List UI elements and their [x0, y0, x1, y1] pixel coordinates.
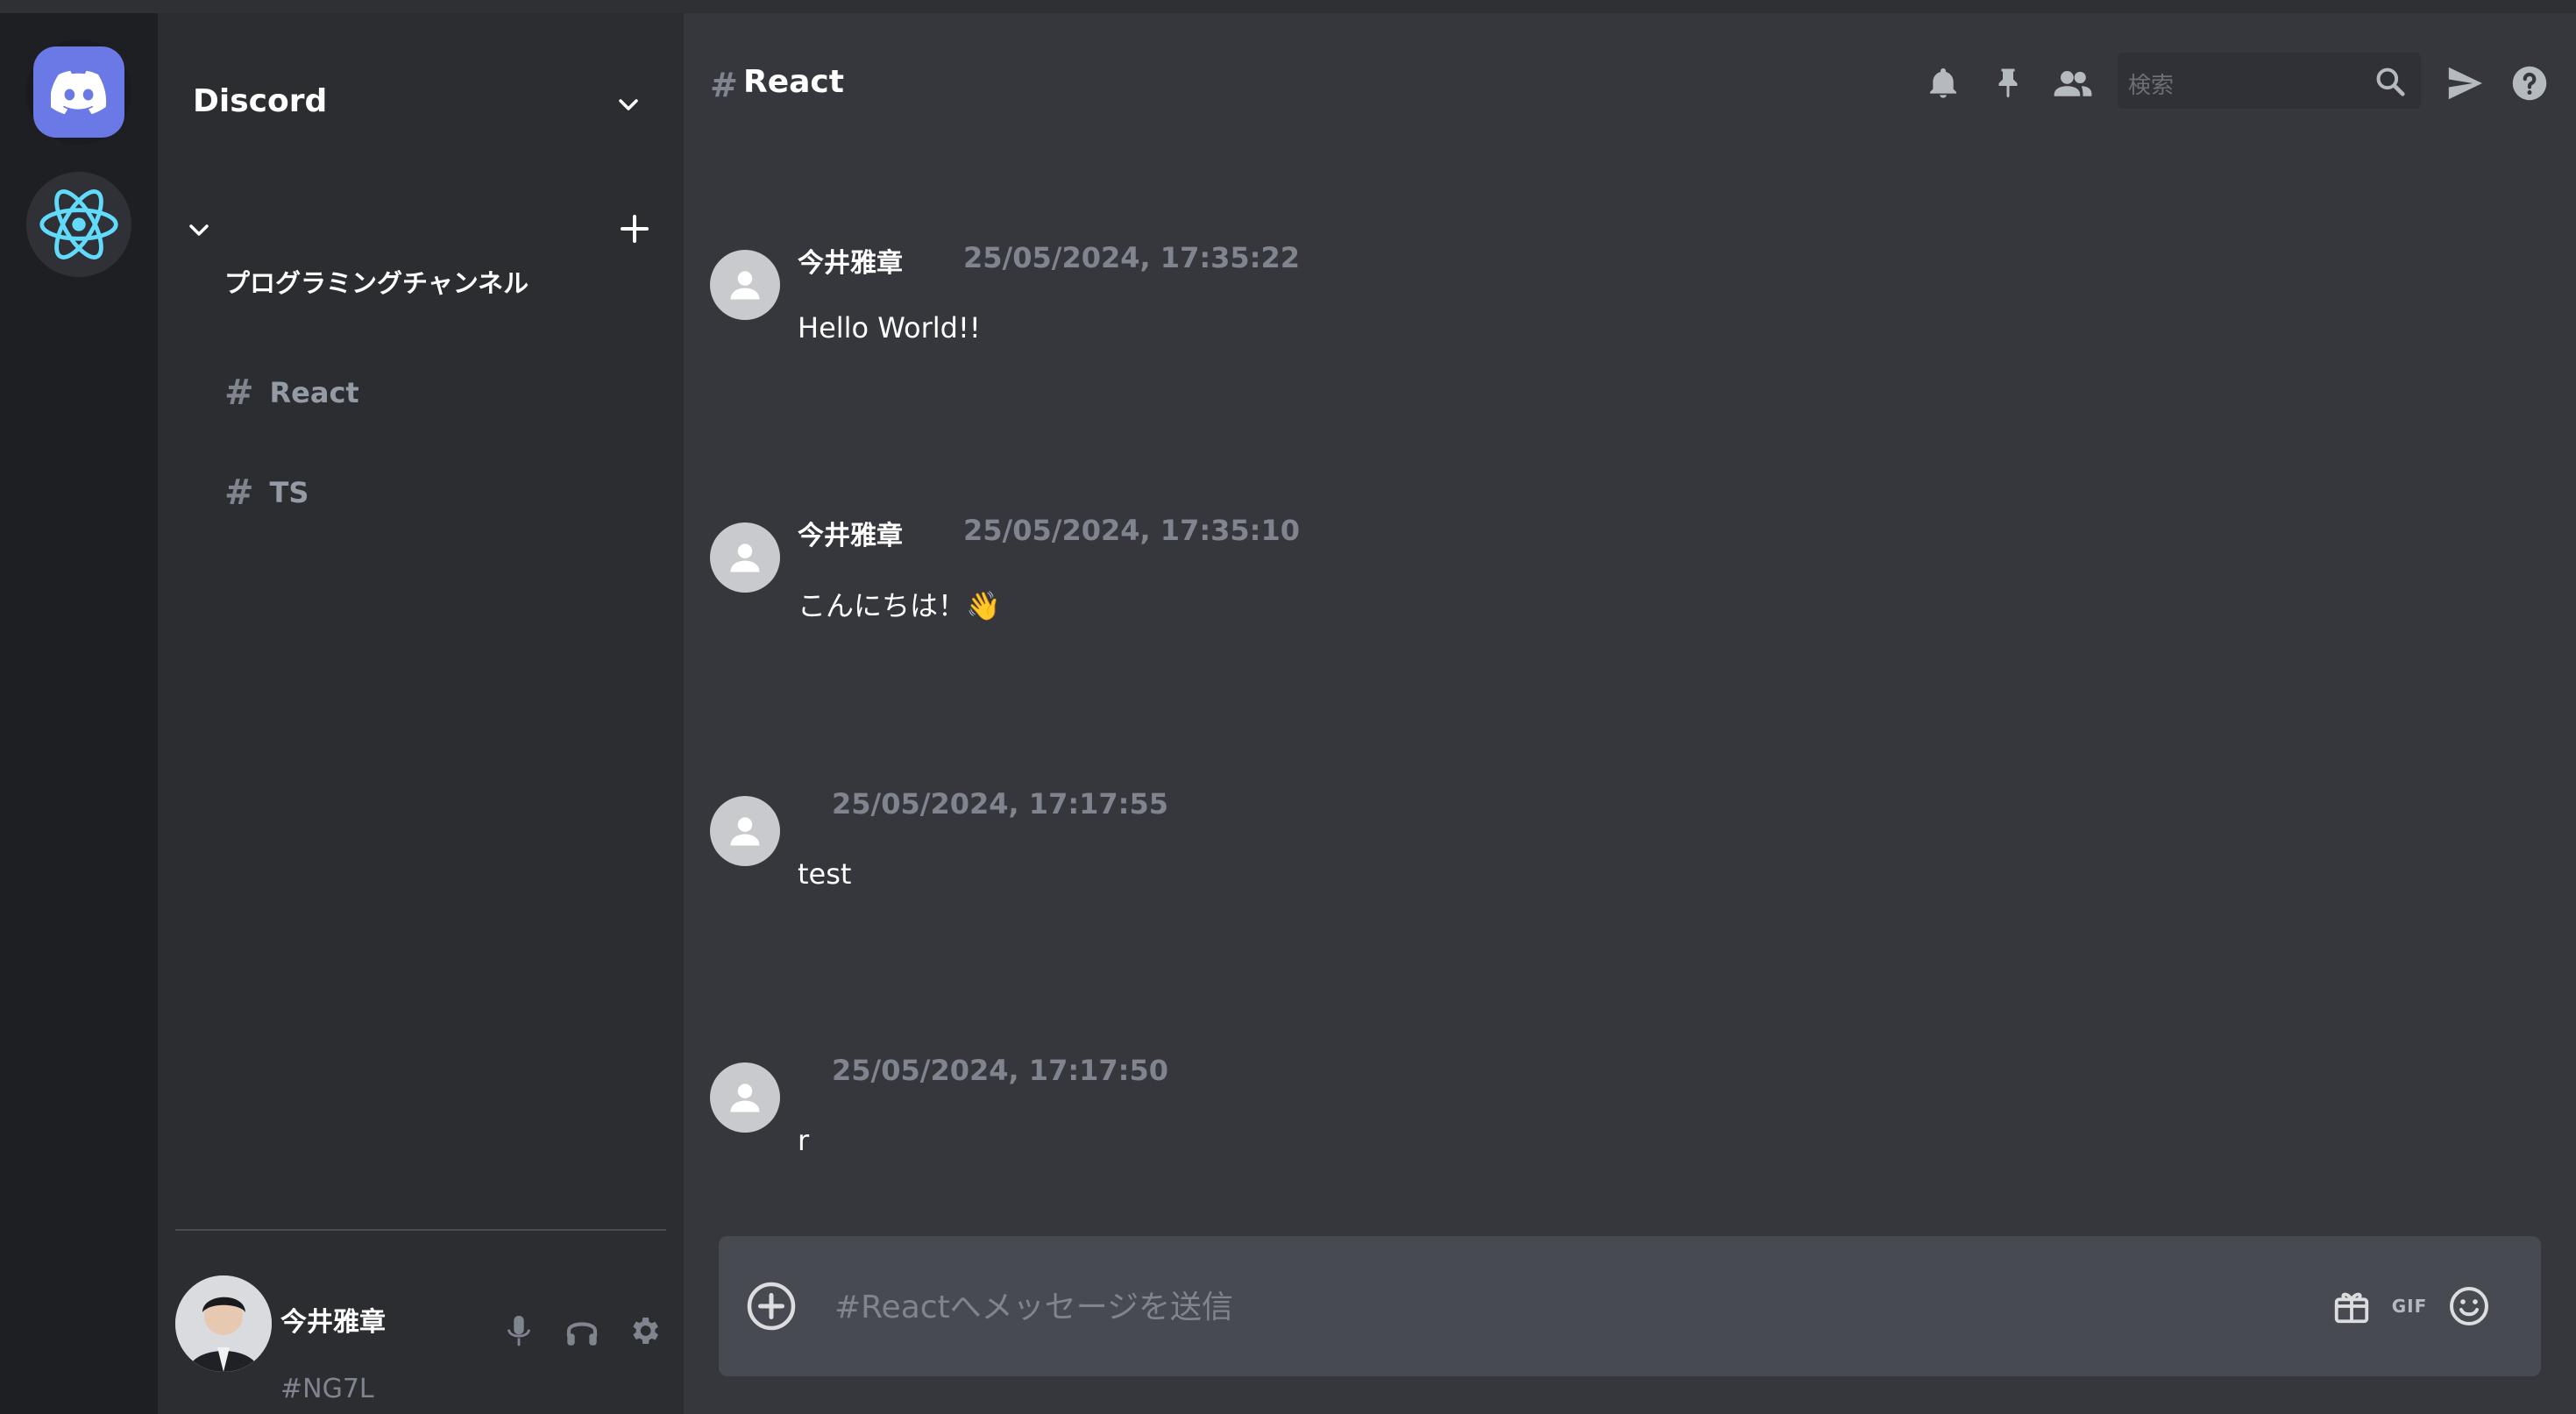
message-text: Hello World!! [798, 311, 981, 345]
message-avatar[interactable] [710, 1062, 780, 1133]
message-text: こんにちは！👋 [798, 589, 1001, 622]
message-text: test [798, 857, 852, 891]
sidebar-divider [175, 1229, 666, 1231]
gift-button[interactable] [2324, 1278, 2380, 1334]
message-input[interactable] [833, 1282, 2326, 1332]
add-circle-icon [747, 1282, 796, 1331]
mic-button[interactable] [499, 1311, 539, 1351]
user-icon [730, 271, 760, 300]
bell-icon [1930, 68, 1956, 98]
gear-icon [633, 1318, 658, 1344]
pinned-button[interactable] [1986, 61, 2030, 105]
chevron-down-icon[interactable] [615, 92, 642, 118]
emoji-button[interactable] [2441, 1278, 2497, 1334]
inbox-button[interactable] [2443, 61, 2487, 105]
user-avatar[interactable] [175, 1275, 272, 1372]
members-button[interactable] [2051, 61, 2095, 105]
attach-button[interactable] [743, 1278, 799, 1334]
emoji-icon [2450, 1287, 2488, 1325]
search-placeholder: 検索 [2128, 73, 2175, 99]
message-text: r [798, 1124, 810, 1157]
server-rail [0, 13, 158, 1414]
user-photo-icon [175, 1275, 272, 1372]
search-icon [2376, 68, 2405, 96]
mic-icon [507, 1315, 530, 1346]
message-avatar[interactable] [710, 796, 780, 866]
channel-item-ts[interactable]: # TS [224, 473, 309, 513]
gift-icon [2334, 1292, 2369, 1324]
channel-label: React [269, 376, 359, 409]
discord-icon [51, 70, 107, 114]
gif-button[interactable]: GIF [2381, 1278, 2438, 1334]
category-chevron-icon[interactable] [186, 217, 212, 244]
user-icon [730, 1084, 760, 1112]
search-box[interactable]: 検索 [2118, 53, 2421, 109]
user-tag: #NG7L [280, 1374, 374, 1404]
server-home-discord[interactable] [26, 39, 131, 145]
user-name: 今井雅章 [280, 1307, 386, 1338]
message-item: 25/05/2024, 17:17:55 test [710, 787, 2288, 936]
settings-button[interactable] [624, 1311, 664, 1351]
user-icon [730, 544, 760, 572]
send-icon [2448, 67, 2482, 100]
message-timestamp: 25/05/2024, 17:17:55 [832, 787, 1168, 821]
hash-icon: # [710, 66, 738, 104]
user-panel: 今井雅章 #NG7L [175, 1275, 675, 1404]
window-top-strip [0, 0, 2576, 14]
react-icon [39, 189, 118, 259]
message-author: 今井雅章 [798, 248, 903, 279]
channel-item-react[interactable]: # React [224, 373, 359, 413]
channel-sidebar: Discord プログラミングチャンネル # React # TS 今井雅章 #… [158, 13, 684, 1414]
message-item: 今井雅章 25/05/2024, 17:35:10 こんにちは！👋 [710, 514, 2288, 663]
pin-icon [1998, 68, 2018, 98]
server-react[interactable] [26, 172, 131, 277]
notifications-button[interactable] [1921, 61, 1965, 105]
message-timestamp: 25/05/2024, 17:35:22 [963, 241, 1300, 274]
message-timestamp: 25/05/2024, 17:17:50 [832, 1054, 1168, 1087]
channel-label: TS [269, 476, 309, 509]
message-timestamp: 25/05/2024, 17:35:10 [963, 514, 1300, 547]
gif-icon: GIF [2391, 1296, 2428, 1317]
category-title[interactable]: プログラミングチャンネル [224, 263, 529, 300]
discord-logo-tile [33, 46, 124, 138]
hash-icon: # [224, 373, 254, 413]
message-item: 25/05/2024, 17:17:50 r [710, 1054, 2288, 1203]
message-item: 今井雅章 25/05/2024, 17:35:22 Hello World!! [710, 241, 2288, 390]
message-composer: GIF [719, 1236, 2541, 1376]
headphones-icon [566, 1322, 598, 1346]
plus-icon[interactable] [619, 213, 650, 245]
help-button[interactable] [2508, 61, 2551, 105]
chat-header: # React 検索 [684, 13, 2576, 153]
members-icon [2054, 71, 2092, 96]
chat-main: # React 検索 今井雅章 25/05/2024, 17:35:22 Hel… [684, 13, 2576, 1414]
headphones-button[interactable] [562, 1311, 602, 1351]
message-avatar[interactable] [710, 250, 780, 320]
message-author: 今井雅章 [798, 521, 903, 551]
channel-title: React [743, 64, 844, 100]
help-icon [2512, 66, 2547, 101]
user-icon [730, 817, 760, 846]
message-avatar[interactable] [710, 522, 780, 593]
hash-icon: # [224, 473, 254, 513]
server-name[interactable]: Discord [193, 83, 327, 119]
